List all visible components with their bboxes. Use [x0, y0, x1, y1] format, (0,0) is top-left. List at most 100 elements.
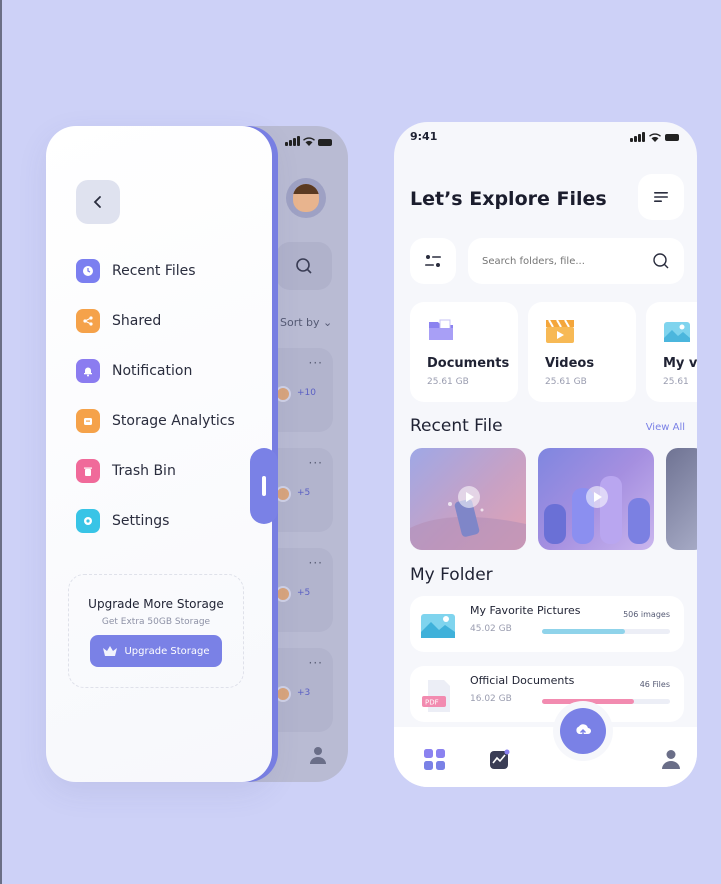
category-size: 25.61: [663, 377, 689, 387]
play-icon[interactable]: [586, 486, 608, 508]
drawer-menu: Recent Files Shared Notification Storage…: [76, 257, 235, 557]
folder-icon: [429, 319, 453, 340]
signal-icon: [285, 136, 300, 146]
category-name: Documents: [427, 356, 510, 371]
menu-item-shared[interactable]: Shared: [76, 307, 235, 335]
image-folder-icon: [421, 614, 455, 638]
drawer-handle[interactable]: [250, 448, 278, 524]
search-input[interactable]: [482, 255, 642, 267]
filter-button[interactable]: [410, 238, 456, 284]
main-phone: 9:41 Let’s Explore Files Documents 25.61…: [394, 122, 697, 787]
recent-video-thumbnail[interactable]: [410, 448, 526, 550]
video-clapper-icon: [546, 319, 574, 343]
cloud-upload-icon: [576, 724, 591, 737]
storage-progress-bar: [542, 629, 670, 634]
wifi-icon: [303, 137, 315, 146]
menu-button[interactable]: [638, 174, 684, 220]
share-icon: [76, 309, 100, 333]
upgrade-storage-card: Upgrade More Storage Get Extra 50GB Stor…: [68, 574, 244, 688]
crown-icon: [103, 646, 118, 656]
menu-item-label: Settings: [112, 513, 170, 529]
my-folder-heading: My Folder: [410, 565, 493, 585]
avatar-face-icon: [293, 184, 319, 212]
upgrade-storage-button[interactable]: Upgrade Storage: [90, 635, 222, 667]
category-size: 25.61 GB: [545, 377, 587, 387]
folder-name: My Favorite Pictures: [470, 604, 581, 617]
search-icon[interactable]: [652, 252, 670, 270]
view-all-link[interactable]: View All: [646, 422, 685, 433]
more-icon: ···: [308, 356, 323, 370]
side-drawer: Recent Files Shared Notification Storage…: [46, 126, 272, 782]
back-button[interactable]: [76, 180, 120, 224]
upgrade-subtitle: Get Extra 50GB Storage: [101, 617, 211, 627]
menu-item-settings[interactable]: Settings: [76, 507, 235, 535]
folder-row-documents[interactable]: PDF Official Documents 16.02 GB 46 Files: [410, 666, 684, 722]
profile-icon[interactable]: [662, 749, 680, 769]
play-icon[interactable]: [458, 486, 480, 508]
category-name: Videos: [545, 356, 595, 371]
wifi-icon: [649, 132, 661, 142]
menu-item-trash-bin[interactable]: Trash Bin: [76, 457, 235, 485]
more-icon: ···: [308, 556, 323, 570]
status-bar: [285, 136, 332, 146]
category-documents[interactable]: Documents 25.61 GB: [410, 302, 518, 402]
menu-item-storage-analytics[interactable]: Storage Analytics: [76, 407, 235, 435]
recent-video-thumbnail[interactable]: [666, 448, 697, 550]
analytics-icon[interactable]: [490, 749, 510, 769]
trash-icon: [76, 459, 100, 483]
upgrade-title: Upgrade More Storage: [88, 597, 224, 611]
folder-count: 506 images: [623, 610, 670, 619]
upgrade-button-label: Upgrade Storage: [124, 645, 210, 657]
folder-size: 45.02 GB: [470, 624, 512, 634]
recent-video-thumbnail[interactable]: [538, 448, 654, 550]
menu-item-notification[interactable]: Notification: [76, 357, 235, 385]
avatar[interactable]: [286, 178, 326, 218]
menu-item-label: Shared: [112, 313, 162, 329]
member-count: +3: [297, 688, 311, 698]
left-edge-line: [0, 0, 2, 884]
battery-icon: [665, 133, 679, 141]
category-partial[interactable]: My v 25.61: [646, 302, 697, 402]
clock-icon: [76, 259, 100, 283]
gear-icon: [76, 509, 100, 533]
grid-icon[interactable]: [424, 749, 446, 771]
battery-icon: [318, 139, 332, 146]
sliders-icon: [425, 255, 441, 267]
category-name: My v: [663, 356, 697, 371]
profile-icon[interactable]: [310, 746, 326, 764]
more-icon: ···: [308, 656, 323, 670]
pdf-file-icon: PDF: [422, 680, 450, 712]
category-videos[interactable]: Videos 25.61 GB: [528, 302, 636, 402]
menu-item-label: Trash Bin: [112, 463, 176, 479]
recent-file-list: [410, 448, 697, 550]
sort-by-label[interactable]: Sort by ⌄: [280, 316, 332, 329]
menu-item-label: Storage Analytics: [112, 413, 235, 429]
folder-count: 46 Files: [639, 680, 670, 689]
signal-icon: [630, 132, 645, 142]
category-size: 25.61 GB: [427, 377, 469, 387]
search-bar[interactable]: [468, 238, 684, 284]
member-count: +10: [297, 388, 316, 398]
menu-item-label: Notification: [112, 363, 193, 379]
svg-text:PDF: PDF: [425, 699, 439, 707]
back-search-button[interactable]: [276, 242, 332, 290]
storage-progress-fill: [542, 699, 635, 704]
folder-size: 16.02 GB: [470, 694, 512, 704]
menu-lines-icon: [654, 192, 668, 202]
member-count: +5: [297, 488, 311, 498]
status-time: 9:41: [410, 130, 438, 143]
more-icon: ···: [308, 456, 323, 470]
folder-row-pictures[interactable]: My Favorite Pictures 45.02 GB 506 images: [410, 596, 684, 652]
recent-file-heading: Recent File: [410, 416, 503, 436]
bell-icon: [76, 359, 100, 383]
page-title: Let’s Explore Files: [410, 188, 607, 210]
bottom-tab-bar: [394, 727, 697, 787]
chevron-down-icon: ⌄: [323, 316, 333, 329]
menu-item-recent-files[interactable]: Recent Files: [76, 257, 235, 285]
member-count: +5: [297, 588, 311, 598]
category-list: Documents 25.61 GB Videos 25.61 GB My v …: [410, 302, 697, 402]
upload-button[interactable]: [560, 708, 606, 754]
storage-icon: [76, 409, 100, 433]
folder-name: Official Documents: [470, 674, 575, 687]
sort-by-text: Sort by: [280, 316, 320, 329]
